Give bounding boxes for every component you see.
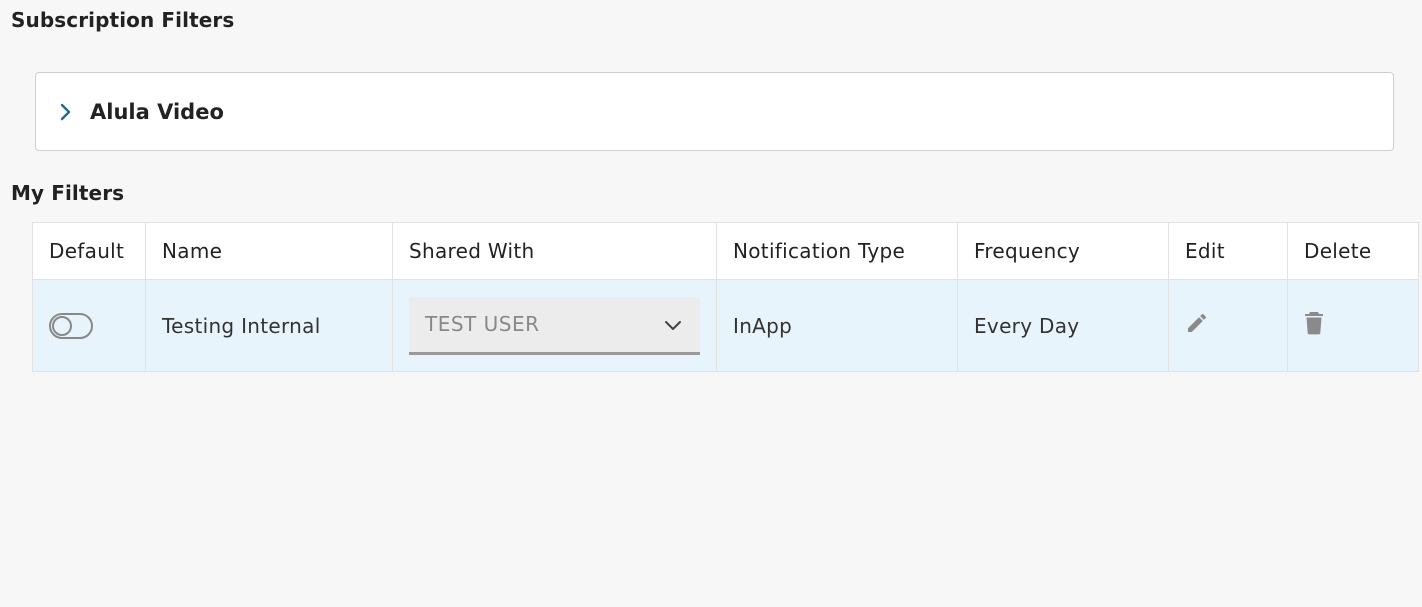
accordion-label: Alula Video [90,99,224,124]
cell-delete [1287,279,1419,372]
cell-frequency: Every Day [957,279,1169,372]
header-shared-with: Shared With [392,222,717,280]
table-header-row: Default Name Shared With Notification Ty… [32,222,1419,280]
cell-default [32,279,146,372]
shared-with-select[interactable]: TEST USER [409,296,700,355]
trash-icon[interactable] [1304,311,1324,335]
my-filters-title: My Filters [11,181,125,205]
pencil-icon[interactable] [1185,311,1209,335]
shared-with-value: TEST USER [425,312,540,336]
toggle-knob [52,315,72,336]
header-edit: Edit [1168,222,1288,280]
default-toggle[interactable] [49,312,93,339]
filters-table: Default Name Shared With Notification Ty… [32,222,1419,372]
table-row: Testing Internal TEST USER InApp Every D… [32,279,1419,372]
page: Subscription Filters Alula Video My Filt… [0,0,1422,607]
chevron-down-icon [664,312,682,336]
cell-name: Testing Internal [145,279,393,372]
header-notification-type: Notification Type [716,222,958,280]
header-name: Name [145,222,393,280]
accordion-alula-video[interactable]: Alula Video [35,72,1394,151]
chevron-right-icon [56,102,76,122]
header-default: Default [32,222,146,280]
subscription-filters-title: Subscription Filters [11,8,235,32]
header-delete: Delete [1287,222,1419,280]
cell-shared-with: TEST USER [392,279,717,372]
cell-edit [1168,279,1288,372]
cell-notification-type: InApp [716,279,958,372]
header-frequency: Frequency [957,222,1169,280]
